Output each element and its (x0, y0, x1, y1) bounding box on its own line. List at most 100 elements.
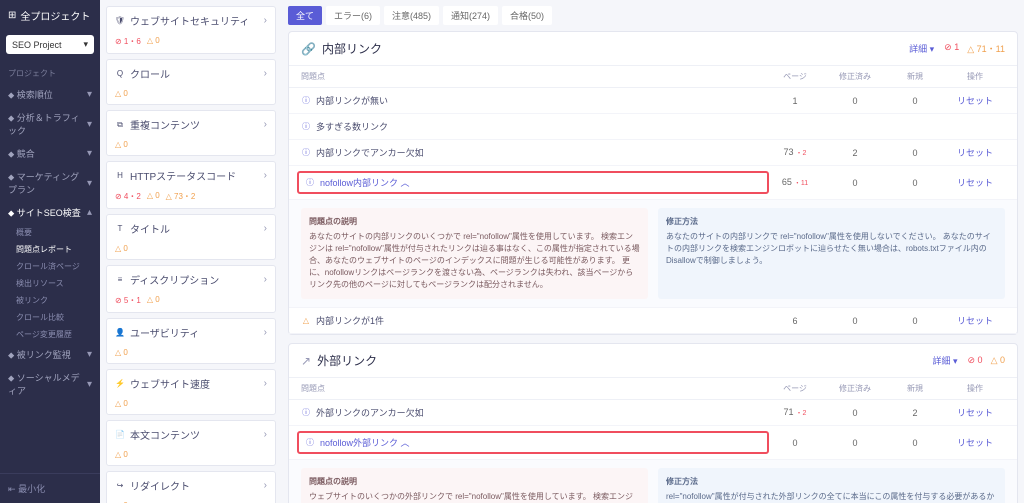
chevron-icon: ▴ (87, 207, 92, 218)
sidebar-item[interactable]: ⬥ 被リンク監視▾ (0, 343, 100, 366)
sidebar-item[interactable]: ⬥ サイトSEO検査 ▴ (0, 201, 100, 224)
issue-label: 多すぎる数リンク (316, 120, 388, 133)
cell-pages: 73・2 (765, 147, 825, 158)
sidebar-minimize[interactable]: ⇤ 最小化 (0, 473, 100, 503)
col-action: 操作 (945, 71, 1005, 82)
project-name: SEO Project (12, 40, 62, 50)
sidebar-item-label: ⬥ サイトSEO検査 (8, 206, 81, 219)
chevron-icon: ▾ (87, 349, 92, 360)
filter-tab[interactable]: 合格(50) (502, 6, 552, 25)
col-pages: ページ (765, 71, 825, 82)
issue-label: nofollow外部リンク ︿ (320, 436, 410, 449)
grid-icon: ⊞ (8, 10, 16, 21)
accordion-item[interactable]: ↪リダイレクト›△ 0 (106, 471, 276, 503)
issue-row[interactable]: ⓘnofollow外部リンク ︿000リセット (289, 426, 1017, 460)
issue-row[interactable]: ⓘnofollow内部リンク ︿65・1100リセット (289, 166, 1017, 200)
col-fixed: 修正済み (825, 71, 885, 82)
accordion-item[interactable]: ⚡ウェブサイト速度›△ 0 (106, 369, 276, 415)
cell-new: 0 (885, 316, 945, 326)
reset-button[interactable]: リセット (957, 316, 993, 326)
chevron-right-icon: › (264, 223, 267, 234)
sidebar-item[interactable]: ⬥ 分析＆トラフィック▾ (0, 106, 100, 142)
reset-button[interactable]: リセット (957, 408, 993, 418)
sidebar-sub-item[interactable]: 被リンク (0, 292, 100, 309)
reset-button[interactable]: リセット (957, 148, 993, 158)
sidebar-item[interactable]: ⬥ 競合▾ (0, 142, 100, 165)
cell-new: 2 (885, 408, 945, 418)
accordion-label: クロール (130, 66, 170, 81)
accordion-item[interactable]: 🛡ウェブサイトセキュリティ›⊘ 1・6△ 0 (106, 6, 276, 54)
sidebar-section-label: プロジェクト (0, 62, 100, 83)
category-icon: ↪ (115, 481, 125, 491)
accordion-label: 重複コンテンツ (130, 117, 200, 132)
sidebar-sub-item[interactable]: 概要 (0, 224, 100, 241)
stat-badge: △ 0 (115, 89, 128, 98)
main-panel: 全てエラー(6)注意(485)通知(274)合格(50) 🔗内部リンク詳細 ▾⊘… (282, 0, 1024, 503)
issue-icon: ⓘ (301, 408, 311, 418)
issue-label: 外部リンクのアンカー欠如 (316, 406, 424, 419)
issue-expand: 問題点の説明ウェブサイトのいくつかの外部リンクで rel="nofollow"属… (289, 460, 1017, 503)
sidebar-sub-item[interactable]: 検出リソース (0, 275, 100, 292)
sidebar-item-label: ⬥ マーケティングプラン (8, 170, 87, 196)
filter-tab[interactable]: 通知(274) (443, 6, 498, 25)
expand-right-title: 修正方法 (666, 476, 997, 488)
count-badge: ⊘ 0 (968, 355, 983, 366)
sidebar-sub-item[interactable]: クロール比較 (0, 309, 100, 326)
issue-row[interactable]: ⓘ内部リンクが無い100リセット (289, 88, 1017, 114)
category-icon: T (115, 224, 125, 234)
issue-row[interactable]: △内部リンクが1件600リセット (289, 308, 1017, 334)
expand-right-title: 修正方法 (666, 216, 997, 228)
cell-fixed: 0 (825, 438, 885, 448)
stat-badge: △ 0 (147, 295, 160, 306)
reset-button[interactable]: リセット (957, 438, 993, 448)
sidebar-header-label: 全プロジェクト (20, 8, 90, 23)
accordion-item[interactable]: Tタイトル›△ 0 (106, 214, 276, 260)
col-new: 新規 (885, 71, 945, 82)
reset-button[interactable]: リセット (957, 178, 993, 188)
filter-tab[interactable]: エラー(6) (326, 6, 380, 25)
issue-row[interactable]: ⓘ内部リンクでアンカー欠如73・220リセット (289, 140, 1017, 166)
chevron-icon: ▾ (87, 89, 92, 100)
collapse-icon: ⇤ (8, 484, 16, 494)
category-icon: ≡ (115, 275, 125, 285)
stat-badge: △ 0 (147, 191, 160, 202)
sidebar-item[interactable]: ⬥ ソーシャルメディア▾ (0, 366, 100, 402)
issue-label: 内部リンクが無い (316, 94, 388, 107)
detail-toggle[interactable]: 詳細 ▾ (932, 354, 957, 367)
accordion-item[interactable]: ≡ディスクリプション›⊘ 5・1△ 0 (106, 265, 276, 313)
expand-left-body: あなたのサイトの内部リンクのいくつかで rel="nofollow"属性を使用し… (309, 231, 640, 291)
sidebar-item-label: ⬥ 分析＆トラフィック (8, 111, 87, 137)
accordion-item[interactable]: 👤ユーザビリティ›△ 0 (106, 318, 276, 364)
accordion-item[interactable]: Qクロール›△ 0 (106, 59, 276, 105)
expand-right-body: あなたのサイトの内部リンクで rel="nofollow"属性を使用しないでくだ… (666, 231, 997, 267)
category-icon: ⚡ (115, 379, 125, 389)
sidebar: ⊞ 全プロジェクト SEO Project ▾ プロジェクト ⬥ 検索順位▾⬥ … (0, 0, 100, 503)
project-select[interactable]: SEO Project ▾ (6, 35, 94, 54)
expand-right-body: rel="nofollow"属性が付与された外部リンクの全てに本当にこの属性を付… (666, 491, 997, 503)
sidebar-sub-item[interactable]: クロール済ページ (0, 258, 100, 275)
chevron-down-icon: ▾ (83, 39, 88, 50)
accordion-item[interactable]: 📄本文コンテンツ›△ 0 (106, 420, 276, 466)
sidebar-header[interactable]: ⊞ 全プロジェクト (0, 0, 100, 31)
category-icon: H (115, 171, 125, 181)
detail-toggle[interactable]: 詳細 ▾ (909, 42, 934, 55)
accordion-item[interactable]: HHTTPステータスコード›⊘ 4・2△ 0△ 73・2 (106, 161, 276, 209)
stat-badge: △ 0 (115, 348, 128, 357)
sidebar-sub-item[interactable]: 問題点レポート (0, 241, 100, 258)
chevron-right-icon: › (264, 68, 267, 79)
reset-button[interactable]: リセット (957, 96, 993, 106)
sidebar-sub-item[interactable]: ページ変更履歴 (0, 326, 100, 343)
col-new: 新規 (885, 383, 945, 394)
filter-tab[interactable]: 全て (288, 6, 322, 25)
issue-row[interactable]: ⓘ多すぎる数リンク (289, 114, 1017, 140)
stat-badge: ⊘ 4・2 (115, 191, 141, 202)
count-badge: △ 0 (991, 355, 1005, 366)
sidebar-item[interactable]: ⬥ 検索順位▾ (0, 83, 100, 106)
accordion-item[interactable]: ⧉重複コンテンツ›△ 0 (106, 110, 276, 156)
cell-fixed: 2 (825, 148, 885, 158)
issue-row[interactable]: ⓘ外部リンクのアンカー欠如71・202リセット (289, 400, 1017, 426)
stat-badge: △ 0 (115, 450, 128, 459)
stat-badge: ⊘ 5・1 (115, 295, 141, 306)
filter-tab[interactable]: 注意(485) (384, 6, 439, 25)
sidebar-item[interactable]: ⬥ マーケティングプラン▾ (0, 165, 100, 201)
